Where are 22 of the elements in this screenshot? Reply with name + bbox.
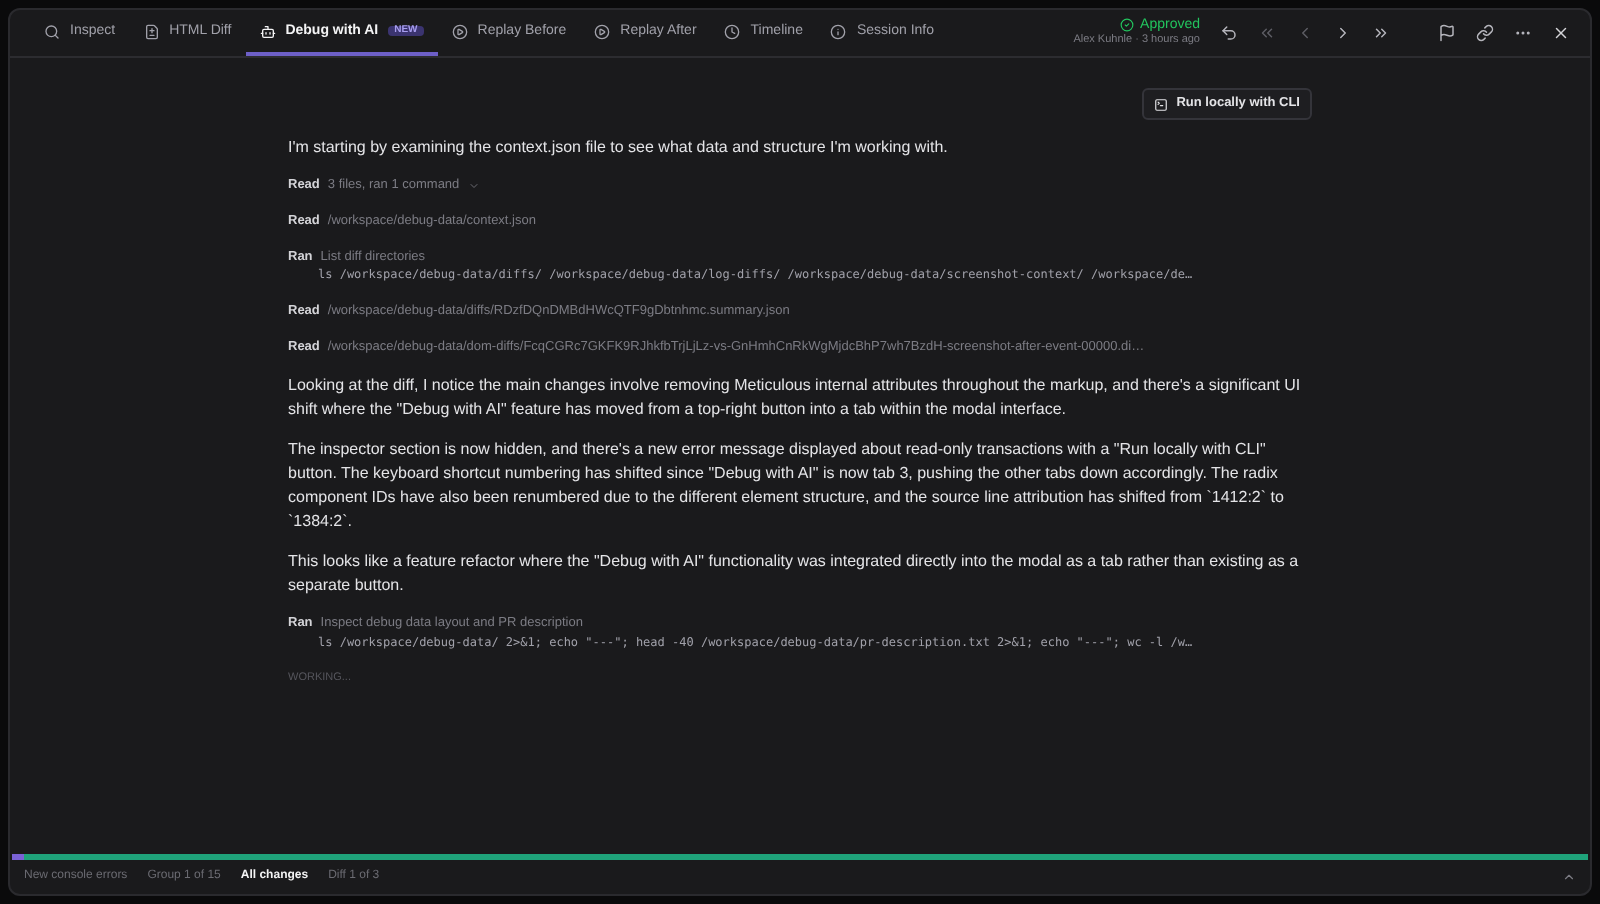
chevron-left-icon[interactable] — [1296, 24, 1314, 42]
document-icon — [143, 23, 160, 39]
close-icon[interactable] — [1552, 24, 1570, 42]
chevron-right-icon[interactable] — [1334, 24, 1352, 42]
flag-icon[interactable] — [1438, 24, 1456, 42]
robot-icon — [259, 23, 276, 39]
chevrons-left-icon[interactable] — [1258, 24, 1276, 42]
link-icon[interactable] — [1476, 24, 1494, 42]
check-icon — [1120, 18, 1135, 33]
clock-icon — [724, 23, 741, 39]
chevron-up-icon[interactable] — [1562, 870, 1576, 884]
play-icon — [594, 23, 611, 39]
message-paragraph: The inspector section is now hidden, and there's a new error message displayed about read-only transactions with a "Run locally with CLI" button. The keyboard shortcut numbering has shifted since "Debug with AI" is now tab 3, pushing the other tabs down accordingly. The radix component IDs have also been renumbered due to the different element structure, and the source line attribution has shifted from `1412:2` to `1384:2`. — [288, 437, 1286, 534]
info-icon — [830, 23, 847, 39]
message-paragraph: This looks like a feature refactor where the "Debug with AI" functionality was integrated directly into the modal as a tab rather than existing as a separate button. — [288, 549, 1301, 598]
message-paragraph: Looking at the diff, I notice the main changes involve removing Meticulous internal attributes throughout the markup, and there's a significant UI shift where the "Debug with AI" feature has moved from a top-right button into a tab within the modal interface. — [288, 373, 1303, 422]
undo-icon[interactable] — [1220, 24, 1238, 42]
play-icon — [451, 23, 468, 39]
message-paragraph: I'm starting by examining the context.json file to see what data and structure I'm working with. — [288, 136, 950, 160]
terminal-icon — [1154, 97, 1169, 111]
chevrons-right-icon[interactable] — [1372, 24, 1390, 42]
search-icon — [44, 23, 60, 39]
